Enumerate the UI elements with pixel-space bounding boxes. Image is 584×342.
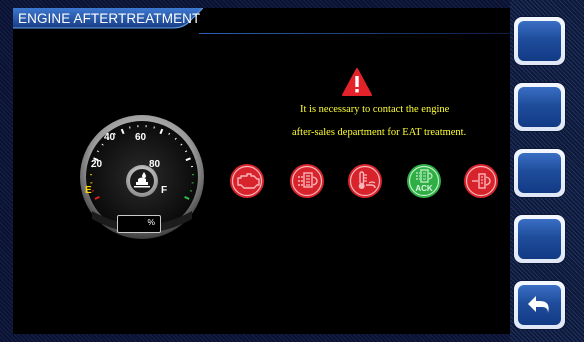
gauge-label-60: 60 [135, 132, 147, 143]
exhaust-temperature-icon [348, 164, 382, 198]
warning-message-line-1: It is necessary to contact the engine [300, 104, 450, 115]
gauge-tick [91, 190, 95, 192]
gauge-empty-label: E [85, 185, 92, 196]
title-tab: ENGINE AFTERTREATMENT [13, 8, 203, 34]
exhaust-filter-icon [290, 164, 324, 198]
softkey-4[interactable] [514, 215, 565, 263]
warning-icon [342, 68, 372, 96]
dpf-icon [464, 164, 498, 198]
softkey-3[interactable] [514, 149, 565, 197]
page-title: ENGINE AFTERTREATMENT [18, 11, 201, 26]
warning-message-line-2: after-sales department for EAT treatment… [292, 127, 467, 138]
return-arrow-icon [528, 296, 549, 313]
percent-unit: % [147, 217, 155, 227]
engine-status [229, 163, 265, 199]
gauge-label-40: 40 [104, 132, 116, 143]
softkey-2[interactable] [514, 83, 565, 131]
regeneration-ack-icon [407, 164, 441, 198]
ack-label: ACK [415, 184, 433, 193]
back-button[interactable] [514, 281, 565, 329]
gauge-tick [189, 190, 193, 192]
def-percent-readout: % [117, 215, 161, 233]
engine-icon [230, 164, 264, 198]
softkey-1[interactable] [514, 17, 565, 65]
gauge-full-label: F [161, 185, 168, 196]
gauge-label-80: 80 [149, 159, 161, 170]
dpf-status [463, 163, 499, 199]
title-divider [199, 33, 510, 34]
main-screen: ENGINE AFTERTREATMENT It is necessary to… [13, 8, 510, 334]
softkey-panel [510, 0, 584, 342]
exhaust-temperature-status [347, 163, 383, 199]
gauge-label-20: 20 [91, 159, 103, 170]
regeneration-ack-status: ACK [406, 163, 442, 199]
exhaust-filter-status [289, 163, 325, 199]
